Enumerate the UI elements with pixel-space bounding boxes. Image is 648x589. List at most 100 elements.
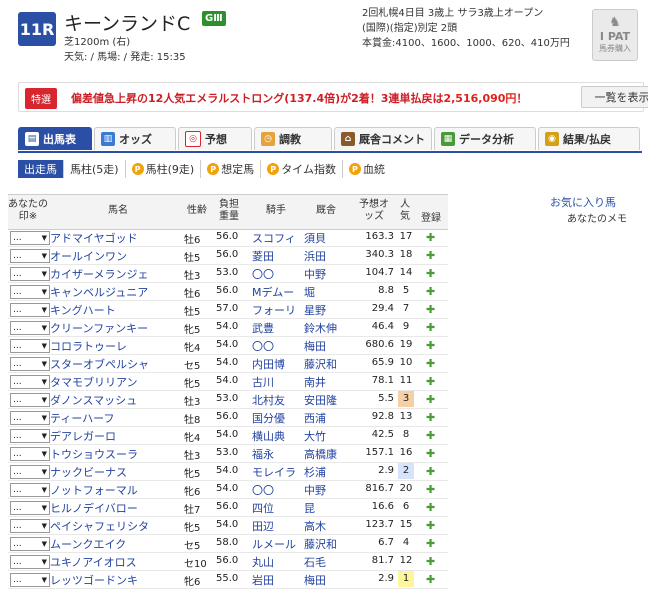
register-horse-icon[interactable]: ✚ [426, 267, 435, 280]
tab-yosou[interactable]: ◎ 予想 [178, 127, 252, 150]
jockey-link[interactable]: 丸山 [252, 554, 274, 570]
horse-name-link[interactable]: ユキノアイオロス [50, 554, 137, 570]
subtab-time-index[interactable]: P タイム指数 [261, 160, 343, 178]
mark-select[interactable]: ... ▼ [10, 537, 50, 551]
horse-name-link[interactable]: ティーハーフ [50, 410, 114, 426]
favorite-horse-link[interactable]: お気に入り馬 [550, 194, 616, 210]
trainer-link[interactable]: 南井 [304, 374, 326, 390]
mark-select[interactable]: ... ▼ [10, 357, 50, 371]
trainer-link[interactable]: 石毛 [304, 554, 326, 570]
mark-select[interactable]: ... ▼ [10, 393, 50, 407]
horse-name-link[interactable]: ダノンスマッシュ [50, 392, 137, 408]
jockey-link[interactable]: スコフィ [252, 230, 296, 246]
subtab-expected[interactable]: P 想定馬 [201, 160, 262, 178]
trainer-link[interactable]: 高橋康 [304, 446, 337, 462]
tab-chokyo[interactable]: ◷ 調教 [254, 127, 332, 150]
trainer-link[interactable]: 中野 [304, 266, 326, 282]
jockey-link[interactable]: 国分優 [252, 410, 285, 426]
jockey-link[interactable]: 菱田 [252, 248, 274, 264]
register-horse-icon[interactable]: ✚ [426, 429, 435, 442]
subtab-past5[interactable]: 馬柱(5走) [64, 160, 126, 178]
show-list-button[interactable]: 一覧を表示 [581, 86, 648, 108]
tab-stable-comment[interactable]: ⌂ 厩舎コメント [334, 127, 432, 150]
mark-select[interactable]: ... ▼ [10, 249, 50, 263]
notice-text[interactable]: 偏差値急上昇の12人気エメラルストロング(137.4倍)が2着！3連単払戻は2,… [71, 90, 527, 106]
register-horse-icon[interactable]: ✚ [426, 375, 435, 388]
trainer-link[interactable]: 西浦 [304, 410, 326, 426]
trainer-link[interactable]: 藤沢和 [304, 356, 337, 372]
mark-select[interactable]: ... ▼ [10, 429, 50, 443]
register-horse-icon[interactable]: ✚ [426, 573, 435, 586]
subtab-entries[interactable]: 出走馬 [18, 160, 64, 178]
mark-select[interactable]: ... ▼ [10, 285, 50, 299]
mark-select[interactable]: ... ▼ [10, 339, 50, 353]
register-horse-icon[interactable]: ✚ [426, 339, 435, 352]
mark-select[interactable]: ... ▼ [10, 411, 50, 425]
register-horse-icon[interactable]: ✚ [426, 519, 435, 532]
horse-name-link[interactable]: キングハート [50, 302, 116, 318]
horse-name-link[interactable]: ヒルノデイバロー [50, 500, 138, 516]
trainer-link[interactable]: 星野 [304, 302, 326, 318]
register-horse-icon[interactable]: ✚ [426, 411, 435, 424]
mark-select[interactable]: ... ▼ [10, 321, 50, 335]
trainer-link[interactable]: 昆 [304, 500, 315, 516]
register-horse-icon[interactable]: ✚ [426, 249, 435, 262]
horse-name-link[interactable]: ムーンクエイク [50, 536, 126, 552]
register-horse-icon[interactable]: ✚ [426, 357, 435, 370]
horse-name-link[interactable]: アドマイヤゴッド [50, 230, 138, 246]
register-horse-icon[interactable]: ✚ [426, 555, 435, 568]
register-horse-icon[interactable]: ✚ [426, 303, 435, 316]
trainer-link[interactable]: 堀 [304, 284, 315, 300]
trainer-link[interactable]: 大竹 [304, 428, 326, 444]
jockey-link[interactable]: 古川 [252, 374, 274, 390]
register-horse-icon[interactable]: ✚ [426, 465, 435, 478]
trainer-link[interactable]: 須貝 [304, 230, 326, 246]
mark-select[interactable]: ... ▼ [10, 465, 50, 479]
horse-name-link[interactable]: レッツゴードンキ [50, 572, 138, 588]
mark-select[interactable]: ... ▼ [10, 303, 50, 317]
tab-shutsuba[interactable]: ▤ 出馬表 [18, 127, 92, 150]
mark-select[interactable]: ... ▼ [10, 555, 50, 569]
ipat-button[interactable]: ♞ I PAT 馬券購入 [592, 9, 638, 61]
jockey-link[interactable]: 武豊 [252, 320, 274, 336]
jockey-link[interactable]: 横山典 [252, 428, 285, 444]
horse-name-link[interactable]: ノットフォーマル [50, 482, 138, 498]
jockey-link[interactable]: 〇〇 [252, 338, 274, 354]
mark-select[interactable]: ... ▼ [10, 231, 50, 245]
jockey-link[interactable]: 田辺 [252, 518, 274, 534]
jockey-link[interactable]: フォーリ [252, 302, 296, 318]
jockey-link[interactable]: Mデムー [252, 284, 294, 300]
subtab-past9[interactable]: P 馬柱(9走) [126, 160, 202, 178]
mark-select[interactable]: ... ▼ [10, 501, 50, 515]
register-horse-icon[interactable]: ✚ [426, 231, 435, 244]
tab-results[interactable]: ◉ 結果/払戻 [538, 127, 640, 150]
horse-name-link[interactable]: キャンベルジュニア [50, 284, 148, 300]
horse-name-link[interactable]: デアレガーロ [50, 428, 116, 444]
register-horse-icon[interactable]: ✚ [426, 447, 435, 460]
subtab-pedigree[interactable]: P 血統 [343, 160, 391, 178]
mark-select[interactable]: ... ▼ [10, 447, 50, 461]
horse-name-link[interactable]: クリーンファンキー [50, 320, 148, 336]
jockey-link[interactable]: 内田博 [252, 356, 285, 372]
jockey-link[interactable]: 〇〇 [252, 482, 274, 498]
register-horse-icon[interactable]: ✚ [426, 321, 435, 334]
jockey-link[interactable]: ルメール [252, 536, 296, 552]
mark-select[interactable]: ... ▼ [10, 375, 50, 389]
register-horse-icon[interactable]: ✚ [426, 537, 435, 550]
horse-name-link[interactable]: トウショウスーラ [50, 446, 138, 462]
jockey-link[interactable]: 福永 [252, 446, 274, 462]
register-horse-icon[interactable]: ✚ [426, 483, 435, 496]
tab-data-analysis[interactable]: ▦ データ分析 [434, 127, 536, 150]
register-horse-icon[interactable]: ✚ [426, 285, 435, 298]
horse-name-link[interactable]: ペイシャフェリシタ [50, 518, 149, 534]
trainer-link[interactable]: 浜田 [304, 248, 326, 264]
horse-name-link[interactable]: カイザーメランジェ [50, 266, 149, 282]
register-horse-icon[interactable]: ✚ [426, 393, 435, 406]
trainer-link[interactable]: 杉浦 [304, 464, 326, 480]
trainer-link[interactable]: 藤沢和 [304, 536, 337, 552]
horse-name-link[interactable]: ナックビーナス [50, 464, 127, 480]
register-horse-icon[interactable]: ✚ [426, 501, 435, 514]
trainer-link[interactable]: 安田隆 [304, 392, 337, 408]
mark-select[interactable]: ... ▼ [10, 267, 50, 281]
trainer-link[interactable]: 梅田 [304, 338, 326, 354]
